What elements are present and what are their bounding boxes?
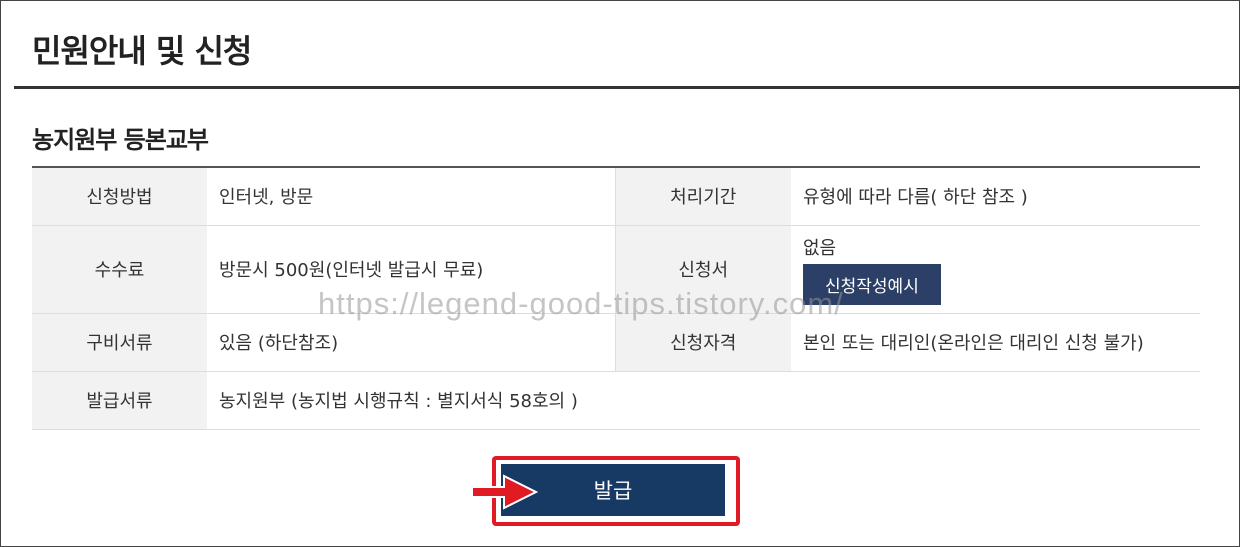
- eligibility-label: 신청자격: [615, 313, 791, 372]
- fee-value: 방문시 500원(인터넷 발급시 무료): [207, 225, 616, 314]
- issued-docs-label: 발급서류: [32, 371, 207, 430]
- required-docs-value: 있음 (하단참조): [207, 313, 616, 372]
- processing-period-value: 유형에 따라 다름( 하단 참조 ): [791, 167, 1200, 226]
- table-row: 구비서류 있음 (하단참조) 신청자격 본인 또는 대리인(온라인은 대리인 신…: [32, 313, 1200, 372]
- red-arrow-icon: [471, 474, 539, 510]
- application-form-label: 신청서: [615, 225, 791, 314]
- title-divider: [14, 86, 1240, 89]
- form-example-button[interactable]: 신청작성예시: [803, 263, 941, 305]
- processing-period-label: 처리기간: [615, 167, 791, 226]
- apply-method-label: 신청방법: [32, 167, 207, 226]
- service-info-table: 신청방법 인터넷, 방문 처리기간 유형에 따라 다름( 하단 참조 ) 수수료…: [32, 166, 1200, 430]
- issued-docs-value: 농지원부 (농지법 시행규칙 : 별지서식 58호의 ): [207, 371, 1200, 430]
- table-row: 신청방법 인터넷, 방문 처리기간 유형에 따라 다름( 하단 참조 ): [32, 167, 1200, 226]
- application-form-cell: 없음 신청작성예시: [791, 225, 1200, 314]
- section-title: 농지원부 등본교부: [32, 126, 209, 154]
- application-form-value: 없음: [803, 237, 837, 259]
- page-title: 민원안내 및 신청: [32, 32, 252, 70]
- table-row: 발급서류 농지원부 (농지법 시행규칙 : 별지서식 58호의 ): [32, 371, 1200, 430]
- apply-method-value: 인터넷, 방문: [207, 167, 616, 226]
- required-docs-label: 구비서류: [32, 313, 207, 372]
- eligibility-value: 본인 또는 대리인(온라인은 대리인 신청 불가): [791, 313, 1200, 372]
- table-row: 수수료 방문시 500원(인터넷 발급시 무료) 신청서 없음 신청작성예시: [32, 225, 1200, 314]
- fee-label: 수수료: [32, 225, 207, 314]
